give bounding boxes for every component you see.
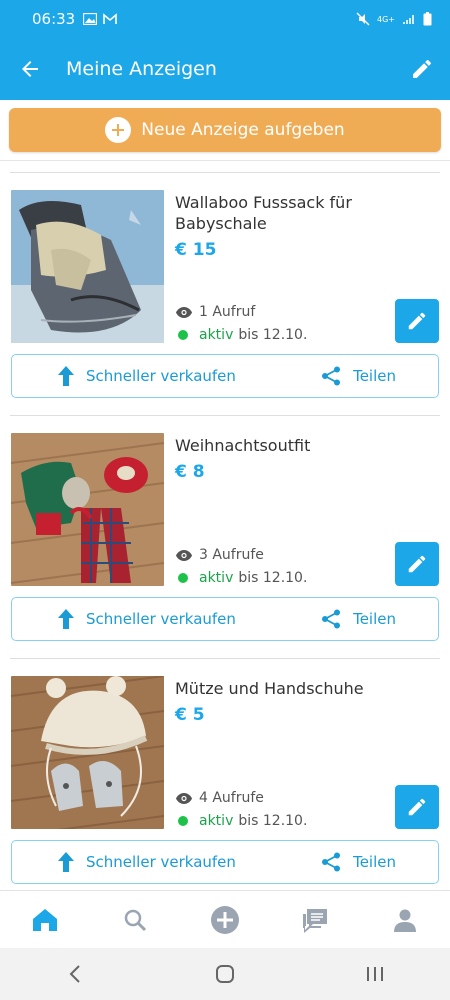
home-icon	[33, 908, 57, 931]
add-circle-icon	[211, 905, 239, 934]
listing-price: € 15	[175, 240, 217, 260]
listing-card[interactable]: Wallaboo Fusssack für Babyschale € 15 1 …	[0, 161, 450, 398]
plus-circle-icon	[105, 117, 132, 143]
share-icon	[322, 366, 341, 386]
status-until: bis 12.10.	[238, 813, 308, 829]
messages-icon	[303, 908, 327, 933]
listing-title[interactable]: Mütze und Handschuhe	[175, 678, 405, 699]
system-back-button[interactable]	[45, 948, 105, 1000]
nav-messages[interactable]	[285, 891, 345, 949]
network-label: 4G+	[377, 14, 395, 24]
views-label: 1 Aufruf	[199, 304, 256, 320]
eye-icon	[176, 549, 192, 561]
edit-listing-button[interactable]	[395, 785, 439, 829]
status-until: bis 12.10.	[238, 570, 308, 586]
pencil-icon	[413, 59, 432, 78]
signal-icon	[403, 15, 414, 24]
listing-title[interactable]: Wallaboo Fusssack für Babyschale	[175, 192, 405, 234]
eye-icon	[176, 306, 192, 318]
status-active-label: aktiv	[199, 327, 234, 343]
listing-title[interactable]: Weihnachtsoutfit	[175, 435, 405, 456]
status-dot	[178, 816, 188, 826]
share-label: Teilen	[353, 853, 396, 871]
sell-faster-label: Schneller verkaufen	[86, 367, 236, 385]
status-active-label: aktiv	[199, 570, 234, 586]
gmail-icon	[103, 13, 118, 24]
views-label: 3 Aufrufe	[199, 547, 264, 563]
nav-add[interactable]	[195, 891, 255, 949]
page-title: Meine Anzeigen	[66, 58, 217, 80]
status-active-label: aktiv	[199, 813, 234, 829]
listing-image[interactable]	[11, 676, 164, 829]
share-button[interactable]: Teilen	[321, 852, 396, 872]
divider	[10, 658, 440, 659]
status-time: 06:33	[32, 10, 76, 28]
divider	[10, 415, 440, 416]
system-home-button[interactable]	[195, 948, 255, 1000]
share-label: Teilen	[353, 610, 396, 628]
listing-list[interactable]: Wallaboo Fusssack für Babyschale € 15 1 …	[0, 160, 450, 890]
status-right: 4G+	[356, 12, 432, 26]
nav-search[interactable]	[105, 891, 165, 949]
recents-icon	[367, 967, 383, 981]
sell-faster-button[interactable]: Schneller verkaufen	[58, 852, 236, 872]
edit-listing-button[interactable]	[395, 542, 439, 586]
listing-image[interactable]	[11, 190, 164, 343]
share-button[interactable]: Teilen	[321, 609, 396, 629]
listing-card[interactable]: Weihnachtsoutfit € 8 3 Aufrufe aktiv bis…	[0, 390, 450, 641]
share-label: Teilen	[353, 367, 396, 385]
arrow-up-icon	[58, 366, 74, 386]
back-button[interactable]	[0, 38, 60, 100]
sell-faster-button[interactable]: Schneller verkaufen	[58, 609, 236, 629]
arrow-up-icon	[58, 852, 74, 872]
bottom-navigation	[0, 890, 450, 948]
app-bar: Meine Anzeigen	[0, 38, 450, 100]
status-until: bis 12.10.	[238, 327, 308, 343]
edit-button[interactable]	[394, 38, 450, 100]
eye-icon	[176, 792, 192, 804]
status-dot	[178, 573, 188, 583]
sell-faster-label: Schneller verkaufen	[86, 853, 236, 871]
home-square-icon	[216, 965, 234, 983]
views-label: 4 Aufrufe	[199, 790, 264, 806]
pencil-icon	[408, 312, 426, 330]
battery-icon	[423, 12, 432, 26]
nav-home[interactable]	[15, 891, 75, 949]
search-icon	[124, 909, 147, 931]
listing-price: € 5	[175, 705, 205, 725]
listing-actions: Schneller verkaufen Teilen	[11, 840, 439, 884]
share-icon	[322, 852, 341, 872]
views-count: 3 Aufrufe	[176, 547, 264, 563]
divider	[10, 172, 440, 173]
chevron-left-icon	[69, 965, 80, 983]
status-dot	[178, 330, 188, 340]
arrow-up-icon	[58, 609, 74, 629]
status-bar: 06:33 4G+	[0, 0, 450, 38]
gallery-icon	[83, 13, 98, 25]
share-icon	[322, 609, 341, 629]
views-count: 4 Aufrufe	[176, 790, 264, 806]
edit-listing-button[interactable]	[395, 299, 439, 343]
listing-status: aktiv bis 12.10.	[178, 570, 307, 586]
sell-faster-button[interactable]: Schneller verkaufen	[58, 366, 236, 386]
system-recents-button[interactable]	[345, 948, 405, 1000]
new-ad-button[interactable]: Neue Anzeige aufgeben	[9, 108, 441, 152]
listing-status: aktiv bis 12.10.	[178, 813, 307, 829]
listing-status: aktiv bis 12.10.	[178, 327, 307, 343]
views-count: 1 Aufruf	[176, 304, 255, 320]
profile-icon	[394, 909, 416, 932]
mute-icon	[356, 12, 370, 26]
listing-price: € 8	[175, 462, 205, 482]
pencil-icon	[408, 555, 426, 573]
sell-faster-label: Schneller verkaufen	[86, 610, 236, 628]
pencil-icon	[408, 798, 426, 816]
share-button[interactable]: Teilen	[321, 366, 396, 386]
listing-image[interactable]	[11, 433, 164, 586]
system-navigation	[0, 948, 450, 1000]
new-ad-label: Neue Anzeige aufgeben	[141, 120, 345, 140]
arrow-left-icon	[22, 61, 38, 77]
nav-profile[interactable]	[375, 891, 435, 949]
listing-card[interactable]: Mütze und Handschuhe € 5 4 Aufrufe aktiv…	[0, 633, 450, 884]
